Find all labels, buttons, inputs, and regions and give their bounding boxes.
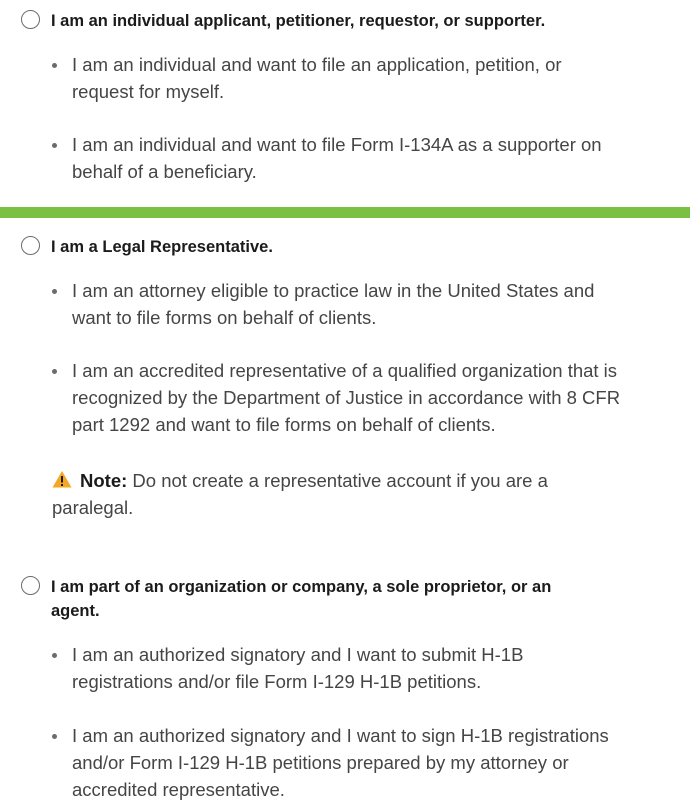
note-label: Note: bbox=[80, 470, 128, 491]
list-item: I am an individual and want to file an a… bbox=[0, 51, 562, 105]
bullet-dot bbox=[52, 289, 57, 294]
bullet-dot bbox=[52, 63, 57, 68]
note-text-2: paralegal. bbox=[52, 497, 134, 518]
option-individual-header: I am an individual applicant, petitioner… bbox=[20, 9, 545, 33]
list-item: I am an individual and want to file Form… bbox=[0, 131, 602, 185]
option-legal-representative-bullets-2: I am an accredited representative of a q… bbox=[0, 357, 620, 438]
option-legal-representative-bullets: I am an attorney eligible to practice la… bbox=[0, 277, 594, 331]
option-legal-representative[interactable]: I am a Legal Representative. bbox=[20, 235, 273, 259]
bullet-dot bbox=[52, 369, 57, 374]
warning-triangle-icon bbox=[52, 471, 72, 488]
bullet-dot bbox=[52, 143, 57, 148]
option-individual-bullets: I am an individual and want to file an a… bbox=[0, 51, 562, 105]
bullet-dot bbox=[52, 734, 57, 739]
option-legal-representative-title: I am a Legal Representative. bbox=[51, 238, 273, 256]
option-organization[interactable]: I am part of an organization or company,… bbox=[20, 575, 551, 623]
option-organization-bullets-2: I am an authorized signatory and I want … bbox=[0, 722, 609, 802]
account-type-selection: I am an individual applicant, petitioner… bbox=[0, 0, 690, 802]
list-item: I am an authorized signatory and I want … bbox=[0, 641, 523, 695]
note-text: Do not create a representative account i… bbox=[127, 470, 548, 491]
radio-organization[interactable] bbox=[21, 576, 40, 595]
representative-note: Note: Do not create a representative acc… bbox=[52, 467, 548, 521]
list-item: I am an accredited representative of a q… bbox=[0, 357, 620, 438]
option-individual[interactable]: I am an individual applicant, petitioner… bbox=[20, 9, 545, 33]
section-divider bbox=[0, 207, 690, 218]
radio-legal-representative[interactable] bbox=[21, 236, 40, 255]
option-organization-title: I am part of an organization or company,… bbox=[51, 578, 552, 620]
option-legal-representative-header: I am a Legal Representative. bbox=[20, 235, 273, 259]
option-individual-bullets-2: I am an individual and want to file Form… bbox=[0, 131, 602, 185]
bullet-dot bbox=[52, 653, 57, 658]
option-organization-bullets: I am an authorized signatory and I want … bbox=[0, 641, 523, 695]
option-individual-title: I am an individual applicant, petitioner… bbox=[51, 12, 546, 30]
list-item: I am an attorney eligible to practice la… bbox=[0, 277, 594, 331]
list-item: I am an authorized signatory and I want … bbox=[0, 722, 609, 802]
option-organization-header: I am part of an organization or company,… bbox=[20, 575, 551, 623]
radio-individual[interactable] bbox=[21, 10, 40, 29]
